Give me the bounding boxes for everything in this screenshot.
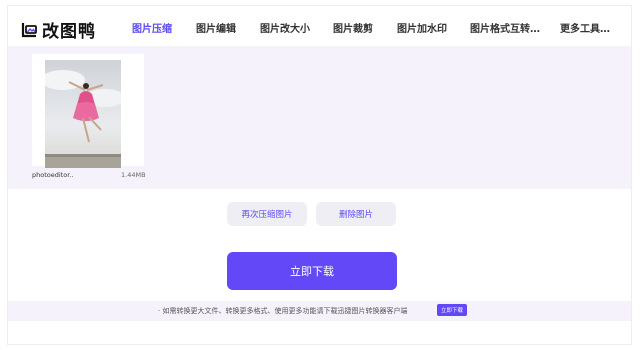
footer-notice-text: · 如需转换更大文件、转换更多格式、使用更多功能请下载迅捷图片转换器客户端	[158, 307, 408, 315]
action-panel: 再次压缩图片 删除图片 立即下载	[8, 189, 631, 301]
delete-image-button[interactable]: 删除图片	[316, 202, 396, 226]
recompress-button[interactable]: 再次压缩图片	[227, 202, 307, 226]
footer-download-button[interactable]: 立即下载	[437, 304, 467, 316]
download-button[interactable]: 立即下载	[227, 252, 397, 290]
nav-item-compress[interactable]: 图片压缩	[132, 20, 172, 35]
logo-icon	[20, 21, 38, 39]
app-window: 改图鸭 图片压缩 图片编辑 图片改大小 图片裁剪 图片加水印 图片格式互转… 更…	[8, 6, 631, 344]
nav-item-resize[interactable]: 图片改大小	[260, 20, 310, 35]
file-name: photoeditor..	[32, 171, 74, 179]
image-thumbnail-card[interactable]	[32, 54, 144, 168]
nav-item-watermark[interactable]: 图片加水印	[397, 20, 447, 35]
nav-item-crop[interactable]: 图片裁剪	[333, 20, 373, 35]
file-size: 1.44MB	[121, 171, 146, 179]
image-gallery: photoeditor.. 1.44MB	[8, 46, 631, 189]
nav-item-more-tools[interactable]: 更多工具…	[560, 20, 610, 35]
nav-item-edit[interactable]: 图片编辑	[196, 20, 236, 35]
logo-text: 改图鸭	[42, 22, 96, 42]
nav-item-format-convert[interactable]: 图片格式互转…	[470, 20, 540, 35]
footer-notice: · 如需转换更大文件、转换更多格式、使用更多功能请下载迅捷图片转换器客户端 立即…	[8, 301, 631, 321]
logo[interactable]: 改图鸭	[20, 17, 96, 42]
top-nav: 改图鸭 图片压缩 图片编辑 图片改大小 图片裁剪 图片加水印 图片格式互转… 更…	[8, 6, 631, 46]
thumbnail-image	[45, 60, 121, 168]
